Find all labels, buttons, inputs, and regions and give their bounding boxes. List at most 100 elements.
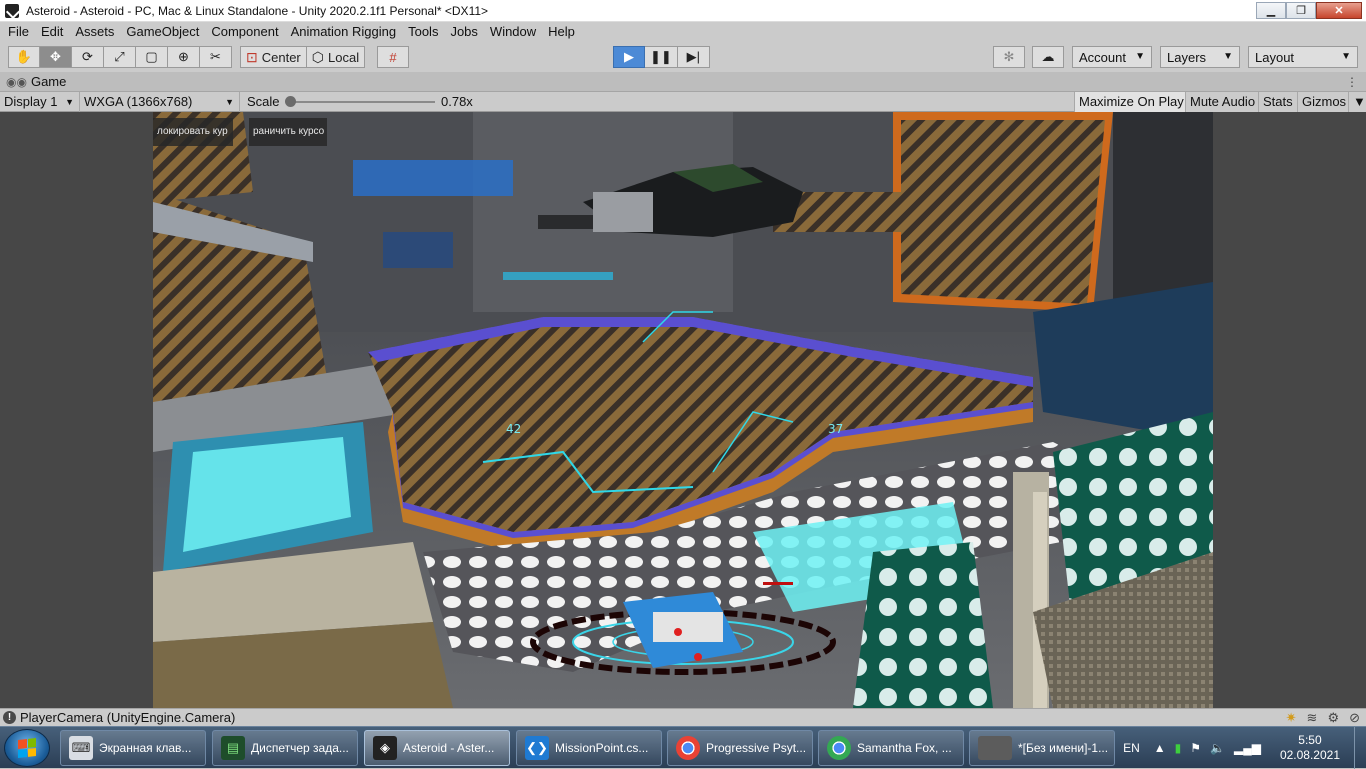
menu-animation-rigging[interactable]: Animation Rigging xyxy=(285,22,403,42)
layout-dropdown[interactable]: Layout ▼ xyxy=(1248,46,1358,68)
move-tool-icon[interactable]: ✥ xyxy=(40,46,72,68)
window-title: Asteroid - Asteroid - PC, Mac & Linux St… xyxy=(26,4,489,18)
minimize-button[interactable]: ▁ xyxy=(1256,2,1286,19)
play-controls: ▶ ❚❚ ▶| xyxy=(613,46,710,68)
chevron-down-icon: ▼ xyxy=(1223,51,1233,62)
windows-logo-icon xyxy=(18,738,36,758)
clock-time: 5:50 xyxy=(1298,733,1322,747)
menu-bar: File Edit Assets GameObject Component An… xyxy=(0,22,1366,42)
unity-app-icon xyxy=(5,4,19,18)
menu-tools[interactable]: Tools xyxy=(402,22,444,42)
cloud-icon[interactable]: ☁ xyxy=(1032,46,1064,68)
mute-audio-toggle[interactable]: Mute Audio xyxy=(1185,92,1260,112)
taskbar-item-paint[interactable]: *[Без имени]-1... xyxy=(969,730,1115,766)
battery-icon[interactable]: ▮ xyxy=(1175,741,1182,755)
show-hidden-icons-icon[interactable]: ▲ xyxy=(1154,741,1166,755)
maximize-on-play-toggle[interactable]: Maximize On Play xyxy=(1074,92,1188,112)
show-desktop-button[interactable] xyxy=(1354,727,1366,769)
volume-icon[interactable]: 🔈 xyxy=(1210,741,1225,755)
game-view[interactable]: локировать кур раничить курсо 42 37 xyxy=(0,112,1366,708)
game-viewport[interactable]: локировать кур раничить курсо 42 37 xyxy=(153,112,1213,708)
lighting-icon[interactable]: ✷ xyxy=(1286,710,1297,726)
resolution-dropdown[interactable]: WXGA (1366x768) ▼ xyxy=(80,92,240,112)
game-scene-render xyxy=(153,112,1213,708)
chevron-down-icon: ▼ xyxy=(225,97,234,107)
gizmos-dropdown-icon[interactable]: ▼ xyxy=(1348,92,1366,112)
chrome-icon xyxy=(827,736,851,760)
chevron-down-icon: ▼ xyxy=(1135,51,1145,62)
gamepad-icon: ◉◉ xyxy=(6,74,27,89)
gizmos-toggle[interactable]: Gizmos xyxy=(1297,92,1351,112)
pause-button[interactable]: ❚❚ xyxy=(645,46,678,68)
grid-snap-group: # xyxy=(377,46,409,68)
pivot-center-button[interactable]: ⊡ Center xyxy=(240,46,307,68)
hud-reading-left: 42 xyxy=(506,422,522,436)
bug-icon[interactable]: ⚙ xyxy=(1327,710,1339,726)
scale-slider-track[interactable] xyxy=(290,101,435,103)
step-button[interactable]: ▶| xyxy=(677,46,710,68)
scale-slider-thumb[interactable] xyxy=(285,96,296,107)
language-indicator[interactable]: EN xyxy=(1123,741,1140,755)
status-message[interactable]: PlayerCamera (UnityEngine.Camera) xyxy=(20,710,235,725)
scale-tool-icon[interactable]: ⤢ xyxy=(104,46,136,68)
menu-file[interactable]: File xyxy=(2,22,35,42)
tab-game[interactable]: ◉◉ Game xyxy=(6,74,66,89)
menu-window[interactable]: Window xyxy=(484,22,542,42)
cube-icon: ⬡ xyxy=(311,48,324,65)
services-group: ✻ xyxy=(993,46,1025,68)
close-button[interactable]: ✕ xyxy=(1316,2,1362,19)
menu-gameobject[interactable]: GameObject xyxy=(120,22,205,42)
confine-cursor-button[interactable]: раничить курсо xyxy=(249,118,327,146)
rect-tool-icon[interactable]: ▢ xyxy=(136,46,168,68)
taskbar-item-vscode[interactable]: ❮❯ MissionPoint.cs... xyxy=(516,730,662,766)
menu-help[interactable]: Help xyxy=(542,22,581,42)
status-bar: ! PlayerCamera (UnityEngine.Camera) ✷ ≋ … xyxy=(0,708,1366,726)
windows-taskbar: ⌨ Экранная клав... ▤ Диспетчер зада... ◈… xyxy=(0,726,1366,769)
menu-edit[interactable]: Edit xyxy=(35,22,69,42)
debug-icon[interactable]: ⊘ xyxy=(1349,710,1360,726)
taskbar-item-unity[interactable]: ◈ Asteroid - Aster... xyxy=(364,730,510,766)
scale-value: 0.78x xyxy=(441,94,473,109)
grid-snap-icon[interactable]: # xyxy=(377,46,409,68)
chevron-down-icon: ▼ xyxy=(1341,51,1351,62)
clock-date: 02.08.2021 xyxy=(1279,748,1340,762)
network-icon[interactable]: ▂▄▆ xyxy=(1234,741,1261,755)
stats-toggle[interactable]: Stats xyxy=(1258,92,1297,112)
window-titlebar: Asteroid - Asteroid - PC, Mac & Linux St… xyxy=(0,0,1366,22)
rotate-tool-icon[interactable]: ⟳ xyxy=(72,46,104,68)
collab-icon[interactable]: ✻ xyxy=(993,46,1025,68)
account-label: Account xyxy=(1079,50,1126,65)
display-dropdown[interactable]: Display 1 ▼ xyxy=(0,92,80,112)
task-label: Progressive Psyt... xyxy=(706,741,807,755)
taskbar-item-task-manager[interactable]: ▤ Диспетчер зада... xyxy=(212,730,358,766)
scale-label: Scale xyxy=(247,94,280,109)
info-icon: ! xyxy=(3,711,16,724)
space-label: Local xyxy=(328,49,360,65)
restore-button[interactable]: ❐ xyxy=(1286,2,1316,19)
tab-options-icon[interactable]: ⋮ xyxy=(1346,75,1358,89)
play-button[interactable]: ▶ xyxy=(613,46,645,68)
pivot-local-button[interactable]: ⬡ Local xyxy=(306,46,366,68)
menu-jobs[interactable]: Jobs xyxy=(444,22,483,42)
taskbar-item-chrome-1[interactable]: Progressive Psyt... xyxy=(667,730,813,766)
start-button[interactable] xyxy=(4,729,50,767)
custom-tool-icon[interactable]: ✂ xyxy=(200,46,232,68)
lock-cursor-button[interactable]: локировать кур xyxy=(153,118,233,146)
taskbar-item-keyboard[interactable]: ⌨ Экранная клав... xyxy=(60,730,206,766)
menu-assets[interactable]: Assets xyxy=(69,22,120,42)
chrome-icon xyxy=(676,736,700,760)
pivot-toggles: ⊡ Center ⬡ Local xyxy=(240,46,366,68)
layers-stack-icon[interactable]: ≋ xyxy=(1307,710,1318,726)
cloud-group: ☁ xyxy=(1032,46,1064,68)
task-label: *[Без имени]-1... xyxy=(1018,741,1109,755)
flag-icon[interactable]: ⚑ xyxy=(1190,741,1201,755)
transform-tool-icon[interactable]: ⊕ xyxy=(168,46,200,68)
task-manager-icon: ▤ xyxy=(221,736,245,760)
clock[interactable]: 5:50 02.08.2021 xyxy=(1280,733,1340,763)
taskbar-item-chrome-2[interactable]: Samantha Fox, ... xyxy=(818,730,964,766)
account-dropdown[interactable]: Account ▼ xyxy=(1072,46,1152,68)
menu-component[interactable]: Component xyxy=(205,22,284,42)
system-tray: EN ▲ ▮ ⚑ 🔈 ▂▄▆ 5:50 02.08.2021 xyxy=(1123,727,1366,769)
hand-tool-icon[interactable]: ✋ xyxy=(8,46,40,68)
layers-dropdown[interactable]: Layers ▼ xyxy=(1160,46,1240,68)
